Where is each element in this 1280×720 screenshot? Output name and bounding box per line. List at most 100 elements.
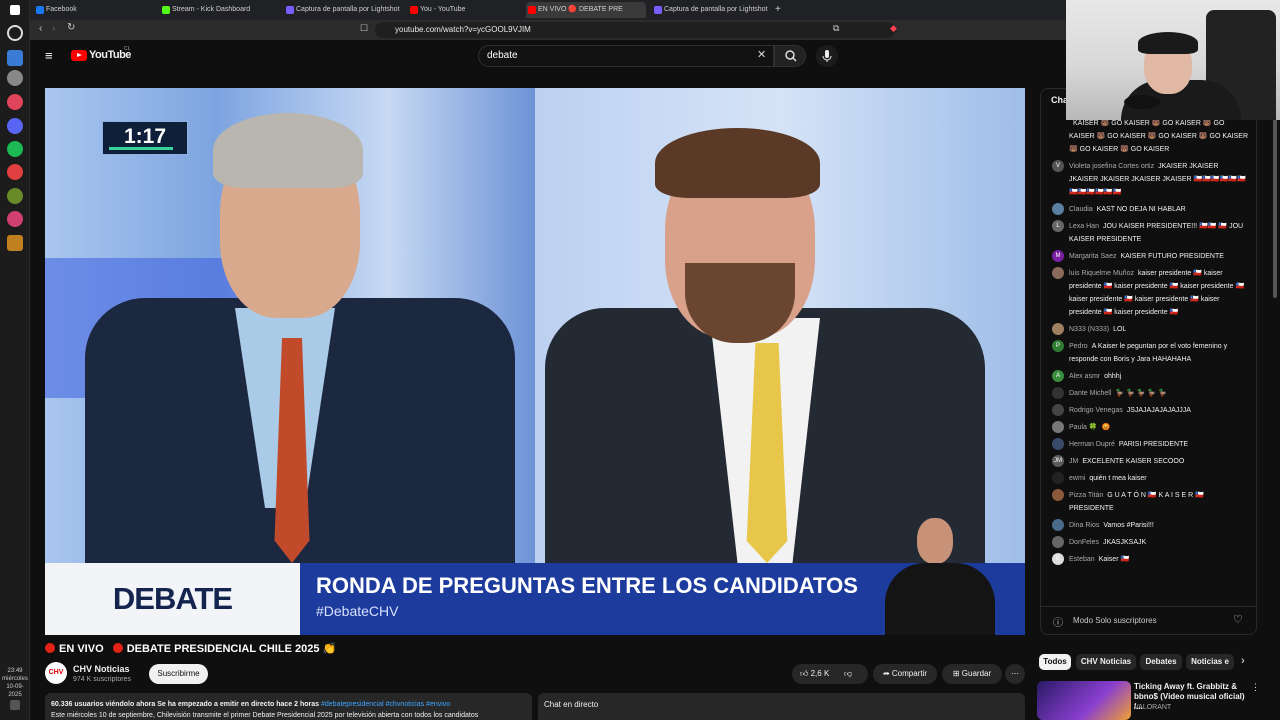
menu-icon[interactable]: ≡ [45,48,53,63]
chat-author[interactable]: N333 (N333) [1069,326,1109,333]
chat-author[interactable]: Alex asmr [1069,373,1100,380]
tab-kick[interactable]: Stream - Kick Dashboard [160,2,278,18]
recommendation-channel[interactable]: VALORANT [1134,704,1171,711]
tab-facebook[interactable]: Facebook [34,2,154,18]
files-icon[interactable] [7,50,23,66]
save-button[interactable]: ⊞ Guardar [942,664,1002,684]
chevron-right-icon[interactable]: › [1241,655,1245,667]
chat-author[interactable]: Pedro [1069,343,1088,350]
search-icon[interactable] [7,25,23,41]
chat-avatar[interactable] [1052,472,1064,484]
chat-author[interactable]: Dina Rios [1069,522,1099,529]
chat-messages[interactable]: KAISER 🐻 GO KAISER 🐻 GO KAISER 🐻 GO KAIS… [1049,117,1249,570]
chat-author[interactable]: Lexa Han [1069,223,1099,230]
chat-message[interactable]: ewmi quién t mea kaiser [1049,472,1249,485]
chat-avatar[interactable] [1052,404,1064,416]
chat-author[interactable]: Rodrigo Venegas [1069,407,1123,414]
app-icon[interactable] [7,70,23,86]
tab-active-live[interactable]: EN VIVO 🔴 DEBATE PRE [526,2,646,18]
like-button[interactable]: 👍︎ 2,6 K 👎︎ [792,664,868,684]
more-icon[interactable]: ⋮ [1251,682,1260,693]
chat-message[interactable]: L Lexa Han JOU KAISER PRESIDENTE!!! 🇨🇱🇨🇱 🇨… [1049,220,1249,246]
chat-author[interactable]: Dante Michell [1069,390,1111,397]
more-actions-button[interactable]: ⋯ [1005,664,1025,684]
chat-message[interactable]: E Esteban Kaiser 🇨🇱 [1049,553,1249,566]
brave-icon[interactable]: ◆ [890,23,897,34]
chip-news[interactable]: Noticias e [1186,654,1234,670]
tab-lightshot-2[interactable]: Captura de pantalla por Lightshot [652,2,772,18]
url-field[interactable]: youtube.com/watch?v=ycGOOL9VJIM [375,22,895,38]
chat-avatar[interactable] [1052,323,1064,335]
chat-message[interactable]: Herman Dupré PARISI PRESIDENTE [1049,438,1249,451]
chat-avatar[interactable] [1052,203,1064,215]
subscribe-button[interactable]: Suscribirme [149,664,208,684]
info-icon[interactable]: ⓘ [1053,614,1063,629]
chat-message[interactable]: Paula 🍀 😡 [1049,421,1249,434]
chat-avatar[interactable] [1052,519,1064,531]
chat-avatar[interactable] [1052,387,1064,399]
discord-icon[interactable] [7,118,23,134]
chat-avatar[interactable] [1052,536,1064,548]
chat-message[interactable]: P Pedro A Kaiser le peguntan por el voto f… [1049,340,1249,366]
live-chat-panel-header[interactable]: Chat en directo [538,693,1025,720]
chat-author[interactable]: Esteban [1069,556,1095,563]
recommendation-thumbnail[interactable] [1037,681,1131,720]
desc-tags[interactable]: #debatepresidencial #chvnoticias #envivo [321,701,450,708]
chat-avatar[interactable] [1052,489,1064,501]
chat-message[interactable]: Pizza Titán G U A T Ó N 🇨🇱 K A I S E R 🇨🇱… [1049,489,1249,515]
chat-message[interactable]: N333 (N333) LOL [1049,323,1249,336]
start-icon[interactable] [10,5,20,15]
video-description[interactable]: 60.336 usuarios viéndolo ahora Se ha emp… [45,693,532,720]
chat-avatar[interactable]: L [1052,220,1064,232]
app-icon-3[interactable] [7,211,23,227]
chat-avatar[interactable] [1052,267,1064,279]
chat-author[interactable]: Pizza Titán [1069,492,1103,499]
tab-lightshot-1[interactable]: Captura de pantalla por Lightshot [284,2,402,18]
bookmark-icon[interactable]: ☐ [360,23,368,34]
search-input[interactable]: debate [478,45,774,67]
chip-debates[interactable]: Debates [1140,654,1182,670]
chip-chv[interactable]: CHV Noticias [1076,654,1136,670]
extension-icon[interactable]: ⧉ [833,23,839,34]
chat-avatar[interactable]: V [1052,160,1064,172]
forward-icon[interactable]: › [52,23,55,34]
notifications-icon[interactable] [10,700,20,710]
obs-icon[interactable] [7,164,23,180]
chat-avatar[interactable] [1052,117,1064,129]
back-icon[interactable]: ‹ [39,23,42,34]
chat-author[interactable]: ewmi [1069,475,1085,482]
chat-avatar[interactable]: E [1052,553,1064,565]
share-button[interactable]: ➦ Compartir [873,664,937,684]
reload-icon[interactable]: ↻ [67,22,75,33]
heart-icon[interactable]: ♡ [1233,613,1243,626]
chat-author[interactable]: Paula 🍀 [1069,424,1098,431]
chat-message[interactable]: DonFeles JKASJKSAJK [1049,536,1249,549]
chat-message[interactable]: A Alex asmr ohhhj [1049,370,1249,383]
chat-author[interactable]: DonFeles [1069,539,1099,546]
app-icon-4[interactable] [7,235,23,251]
chat-author[interactable]: Violeta josefina Cortes ortiz [1069,163,1154,170]
chat-message[interactable]: M Margarita Saez KAISER FUTURO PRESIDENTE [1049,250,1249,263]
chat-message[interactable]: Dina Rios Vamos #Parisi!!! [1049,519,1249,532]
voice-search-button[interactable] [816,45,838,67]
chat-author[interactable]: Herman Dupré [1069,441,1115,448]
app-icon-2[interactable] [7,188,23,204]
clear-search-icon[interactable]: ✕ [757,48,766,61]
chip-all[interactable]: Todos [1039,654,1071,670]
chat-message[interactable]: Claudia KAST NO DEJA NI HABLAR [1049,203,1249,216]
chat-message[interactable]: Rodrigo Venegas JSJAJAJAJAJAJJJA [1049,404,1249,417]
chat-avatar[interactable] [1052,438,1064,450]
new-tab-button[interactable]: + [775,2,789,18]
browser-icon[interactable] [7,94,23,110]
chat-message[interactable]: luis Riquelme Muñoz kaiser presidente 🇨🇱 … [1049,267,1249,319]
chat-message[interactable]: Dante Michell 🦆 🦆 🦆 🦆 🦆 [1049,387,1249,400]
chat-message[interactable]: V Violeta josefina Cortes ortiz JKAISER JK… [1049,160,1249,199]
channel-name[interactable]: CHV Noticias [73,664,130,674]
chat-message[interactable]: KAISER 🐻 GO KAISER 🐻 GO KAISER 🐻 GO KAIS… [1049,117,1249,156]
chat-avatar[interactable] [1052,421,1064,433]
video-player[interactable]: 1:17 DEBATE RONDA DE PREGUNTAS ENTRE LOS… [45,88,1025,635]
channel-avatar[interactable]: CHV [45,662,67,684]
chat-author[interactable]: luis Riquelme Muñoz [1069,270,1134,277]
chat-author[interactable]: JM [1069,458,1078,465]
tab-youtube[interactable]: You - YouTube [408,2,526,18]
